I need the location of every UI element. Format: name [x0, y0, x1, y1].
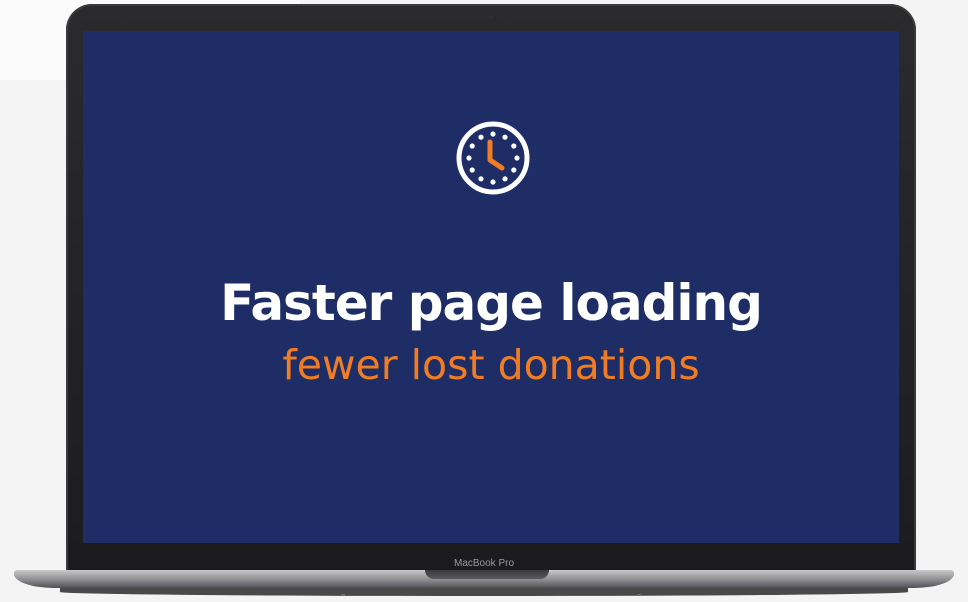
laptop-screen: Faster page loading fewer lost donations: [83, 31, 899, 543]
left-foot: [341, 594, 345, 596]
headline: Faster page loading: [220, 274, 763, 332]
right-foot: [637, 594, 641, 596]
clock-icon: [456, 121, 530, 195]
lid-opening-notch: [425, 570, 549, 579]
device-model-label: MacBook Pro: [453, 558, 515, 569]
laptop-underside: [60, 588, 908, 596]
page-stage: Faster page loading fewer lost donations…: [0, 0, 968, 602]
subline: fewer lost donations: [282, 341, 700, 389]
camera-dot: [489, 15, 493, 19]
